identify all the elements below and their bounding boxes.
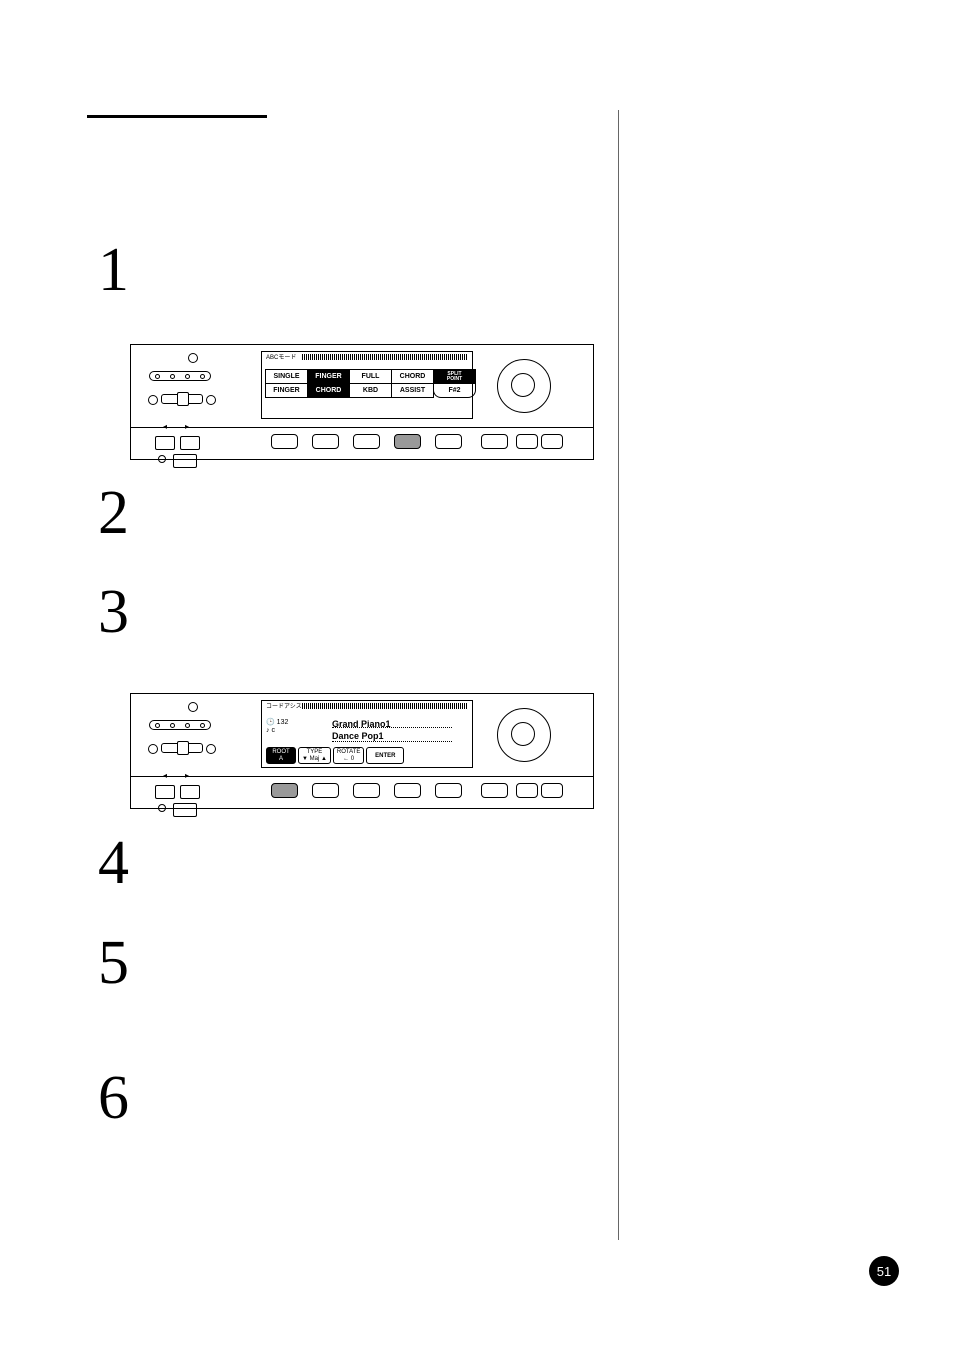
dec-button	[481, 434, 508, 449]
arrow-left-icon: ◂	[163, 422, 167, 431]
dec-button	[481, 783, 508, 798]
tempo-block: 🕒 132 ♪ c	[266, 719, 288, 736]
exit-button	[173, 803, 197, 817]
f4-button	[394, 783, 421, 798]
cursor-buttons: ◂ ▸	[155, 781, 219, 805]
column-divider	[618, 110, 619, 1240]
cursor-right-button	[180, 436, 200, 450]
right-buttons	[481, 434, 563, 449]
page-number-badge: 51	[869, 1256, 899, 1286]
panel-lower: ◂ ▸	[131, 429, 593, 459]
indicator-pill	[149, 720, 211, 730]
indicator-pill	[149, 371, 211, 381]
inc-button-2	[541, 434, 563, 449]
function-buttons	[271, 783, 462, 798]
cell-single: SINGLE	[265, 369, 308, 384]
exit-led	[158, 804, 166, 812]
manual-page: 1 2 3 4 5 6 ABCモード SINGLE FINGER F	[0, 0, 954, 1351]
f2-button	[312, 434, 339, 449]
beat-value: c	[271, 727, 275, 734]
panel-lower: ◂ ▸	[131, 778, 593, 808]
f1-button	[271, 434, 298, 449]
cell-kbd: KBD	[349, 383, 392, 398]
lcd-title-bar	[302, 354, 468, 360]
f1-button-highlighted	[271, 783, 298, 798]
f5-button	[435, 783, 462, 798]
cell-full: FULL	[349, 369, 392, 384]
volume-slider	[143, 740, 221, 752]
arrow-right-icon: ▸	[185, 771, 189, 780]
cell-split-point: SPLIT POINT	[433, 369, 476, 384]
control-panel-figure-2: コードアシスト 🕒 132 ♪ c Grand Piano1 Dance Pop…	[130, 693, 594, 809]
panel-upper: ABCモード SINGLE FINGER FULL CHORD SPLIT PO…	[131, 345, 593, 428]
inc-button-1	[516, 783, 538, 798]
cell-assist: ASSIST	[391, 383, 434, 398]
f3-button	[353, 783, 380, 798]
panel-upper: コードアシスト 🕒 132 ♪ c Grand Piano1 Dance Pop…	[131, 694, 593, 777]
control-panel-figure-1: ABCモード SINGLE FINGER FULL CHORD SPLIT PO…	[130, 344, 594, 460]
lcd-title-bar	[302, 703, 468, 709]
step-number-3: 3	[98, 577, 129, 648]
f5-button	[435, 434, 462, 449]
step-number-6: 6	[98, 1063, 129, 1134]
exit-led	[158, 455, 166, 463]
f3-button	[353, 434, 380, 449]
lcd-title: ABCモード	[266, 352, 296, 361]
section-underline	[87, 115, 267, 118]
function-buttons	[271, 434, 462, 449]
tempo-icon: 🕒	[266, 719, 275, 726]
cursor-buttons: ◂ ▸	[155, 432, 219, 456]
cursor-left-button	[155, 785, 175, 799]
enter-box: ENTER	[366, 747, 404, 764]
tempo-value: 132	[277, 719, 289, 726]
cell-chord2-inv: CHORD	[307, 383, 350, 398]
right-buttons	[481, 783, 563, 798]
type-box: TYPE ▼ Maj ▲	[298, 747, 331, 764]
arrow-left-icon: ◂	[163, 771, 167, 780]
exit-button	[173, 454, 197, 468]
lcd-display-b: コードアシスト 🕒 132 ♪ c Grand Piano1 Dance Pop…	[261, 700, 473, 768]
f2-button	[312, 783, 339, 798]
cell-fsharp2: F#2	[433, 383, 476, 398]
data-wheel	[497, 708, 551, 762]
data-wheel	[497, 359, 551, 413]
arrow-right-icon: ▸	[185, 422, 189, 431]
lcd-display-a: ABCモード SINGLE FINGER FULL CHORD SPLIT PO…	[261, 351, 473, 419]
cursor-left-button	[155, 436, 175, 450]
cell-chord: CHORD	[391, 369, 434, 384]
step-number-5: 5	[98, 928, 129, 999]
rotate-box: ROTATE ← 0	[333, 747, 364, 764]
step-number-2: 2	[98, 478, 129, 549]
step-number-4: 4	[98, 828, 129, 899]
abc-mode-grid: SINGLE FINGER FULL CHORD SPLIT POINT FIN…	[266, 370, 476, 398]
root-box: ROOT A	[266, 747, 296, 764]
divider-line	[332, 727, 452, 729]
cell-finger2: FINGER	[265, 383, 308, 398]
inc-button-1	[516, 434, 538, 449]
volume-slider	[143, 391, 221, 403]
cursor-right-button	[180, 785, 200, 799]
beat-icon: ♪	[266, 727, 270, 734]
function-row: ROOT A TYPE ▼ Maj ▲ ROTATE ← 0 ENTER	[266, 747, 404, 764]
step-number-1: 1	[98, 235, 129, 306]
f4-button-highlighted	[394, 434, 421, 449]
divider-line	[332, 741, 452, 743]
style-name: Dance Pop1	[332, 731, 384, 741]
inc-button-2	[541, 783, 563, 798]
cell-finger-inv: FINGER	[307, 369, 350, 384]
